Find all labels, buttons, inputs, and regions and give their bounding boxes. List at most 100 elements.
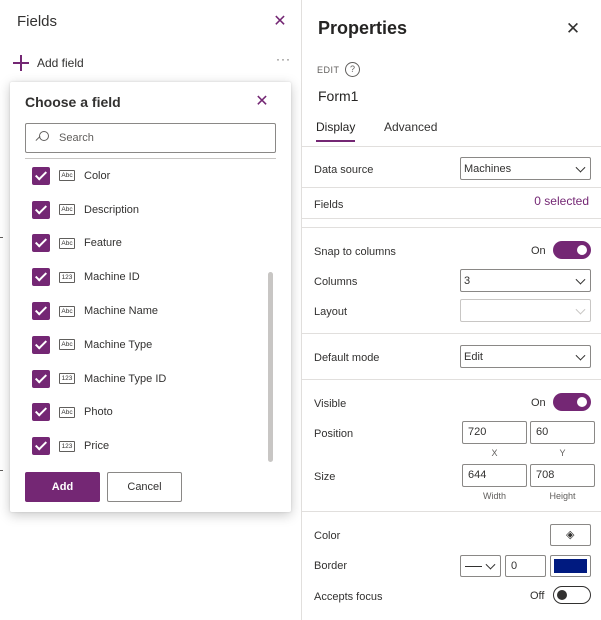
choose-field-dialog: Choose a field ✕ Abc Color Abc Descripti… bbox=[10, 82, 291, 512]
fields-close-icon[interactable]: ✕ bbox=[270, 12, 290, 32]
size-label: Size bbox=[314, 471, 336, 483]
field-label: Price bbox=[84, 440, 110, 453]
add-field-label: Add field bbox=[37, 56, 84, 70]
checkbox-checked[interactable] bbox=[32, 234, 50, 253]
field-list-scrollbar[interactable] bbox=[268, 272, 273, 462]
columns-dropdown[interactable]: 3 bbox=[460, 269, 591, 292]
field-row-machine-type-id[interactable]: 123 Machine Type ID bbox=[25, 362, 265, 396]
field-row-feature[interactable]: Abc Feature bbox=[25, 227, 265, 261]
width-caption: Width bbox=[482, 491, 506, 501]
control-name: Form1 bbox=[318, 88, 359, 104]
field-label: Machine ID bbox=[84, 271, 140, 284]
checkbox-checked[interactable] bbox=[32, 335, 50, 354]
accepts-focus-label: Accepts focus bbox=[314, 591, 383, 603]
layout-dropdown[interactable] bbox=[460, 299, 591, 322]
visible-toggle[interactable] bbox=[553, 393, 591, 411]
data-source-label: Data source bbox=[314, 164, 374, 176]
text-type-icon: Abc bbox=[59, 237, 75, 249]
chevron-down-icon bbox=[575, 162, 586, 173]
fields-label: Fields bbox=[314, 199, 344, 211]
chevron-down-icon bbox=[575, 350, 586, 361]
add-button[interactable]: Add bbox=[25, 472, 100, 502]
field-row-photo[interactable]: Abc Photo bbox=[25, 396, 265, 430]
tab-display[interactable]: Display bbox=[316, 120, 356, 142]
chevron-down-icon bbox=[575, 304, 586, 315]
checkbox-checked[interactable] bbox=[32, 268, 50, 287]
checkbox-checked[interactable] bbox=[32, 437, 50, 456]
size-width-input[interactable]: 644 bbox=[462, 464, 527, 487]
position-x-input[interactable]: 720 bbox=[462, 421, 527, 444]
search-box[interactable] bbox=[25, 123, 276, 153]
text-type-icon: Abc bbox=[59, 406, 75, 418]
chevron-down-icon bbox=[575, 274, 586, 285]
tab-advanced[interactable]: Advanced bbox=[384, 120, 437, 134]
search-icon bbox=[34, 130, 50, 146]
border-style-dropdown[interactable] bbox=[460, 555, 501, 577]
properties-close-icon[interactable]: ✕ bbox=[562, 18, 584, 40]
field-label: Color bbox=[84, 169, 111, 182]
snap-to-columns-toggle[interactable] bbox=[553, 241, 591, 259]
checkbox-checked[interactable] bbox=[32, 369, 50, 388]
field-list: Abc Color Abc Description Abc Feature 12… bbox=[25, 159, 265, 463]
border-width-input[interactable]: 0 bbox=[505, 555, 546, 577]
chevron-down-icon bbox=[485, 559, 496, 570]
border-color-picker[interactable] bbox=[550, 555, 591, 577]
field-row-machine-name[interactable]: Abc Machine Name bbox=[25, 294, 265, 328]
field-row-price[interactable]: 123 Price bbox=[25, 429, 265, 463]
snap-to-columns-label: Snap to columns bbox=[314, 246, 396, 258]
text-type-icon: Abc bbox=[59, 204, 75, 216]
text-type-icon: Abc bbox=[59, 170, 75, 182]
snap-state-label: On bbox=[531, 245, 546, 257]
edit-label: EDIT bbox=[317, 65, 340, 75]
edge-mark bbox=[0, 237, 3, 238]
position-y-input[interactable]: 60 bbox=[530, 421, 595, 444]
help-icon[interactable]: ? bbox=[345, 62, 360, 77]
divider bbox=[302, 333, 601, 334]
fields-selected-link[interactable]: 0 selected bbox=[534, 194, 589, 208]
choose-field-close-icon[interactable]: ✕ bbox=[252, 92, 272, 112]
size-height-input[interactable]: 708 bbox=[530, 464, 595, 487]
field-row-machine-type[interactable]: Abc Machine Type bbox=[25, 328, 265, 362]
paint-bucket-icon: ◈ bbox=[566, 529, 575, 541]
visible-state-label: On bbox=[531, 397, 546, 409]
visible-label: Visible bbox=[314, 398, 347, 410]
number-type-icon: 123 bbox=[59, 271, 75, 283]
border-color-swatch bbox=[554, 559, 587, 573]
add-field-button[interactable]: Add field bbox=[12, 52, 84, 74]
checkbox-checked[interactable] bbox=[32, 302, 50, 321]
color-label: Color bbox=[314, 530, 341, 542]
default-mode-dropdown[interactable]: Edit bbox=[460, 345, 591, 368]
cancel-button[interactable]: Cancel bbox=[107, 472, 182, 502]
position-label: Position bbox=[314, 428, 354, 440]
columns-label: Columns bbox=[314, 276, 358, 288]
border-line-icon bbox=[465, 566, 482, 567]
checkbox-checked[interactable] bbox=[32, 403, 50, 422]
height-caption: Height bbox=[549, 491, 576, 501]
accepts-focus-toggle[interactable] bbox=[553, 586, 591, 604]
layout-label: Layout bbox=[314, 306, 348, 318]
choose-field-title: Choose a field bbox=[25, 94, 121, 110]
text-type-icon: Abc bbox=[59, 339, 75, 351]
checkbox-checked[interactable] bbox=[32, 200, 50, 219]
divider bbox=[302, 227, 601, 228]
divider bbox=[302, 187, 601, 188]
data-source-dropdown[interactable]: Machines bbox=[460, 157, 591, 180]
field-row-machine-id[interactable]: 123 Machine ID bbox=[25, 260, 265, 294]
checkbox-checked[interactable] bbox=[32, 166, 50, 185]
field-label: Feature bbox=[84, 237, 122, 250]
search-input[interactable] bbox=[59, 132, 259, 144]
properties-pane: Properties ✕ EDIT ? Form1 Display Advanc… bbox=[302, 0, 601, 620]
columns-value: 3 bbox=[464, 274, 471, 287]
field-row-color[interactable]: Abc Color bbox=[25, 159, 265, 193]
field-label: Machine Type bbox=[84, 338, 153, 351]
number-type-icon: 123 bbox=[59, 440, 75, 452]
more-options-icon[interactable]: ··· bbox=[276, 52, 291, 66]
field-label: Description bbox=[84, 203, 140, 216]
field-row-description[interactable]: Abc Description bbox=[25, 193, 265, 227]
data-source-value: Machines bbox=[464, 162, 512, 175]
default-mode-value: Edit bbox=[464, 350, 483, 363]
edge-mark bbox=[0, 470, 3, 471]
fill-color-picker[interactable]: ◈ bbox=[550, 524, 591, 546]
y-caption: Y bbox=[559, 448, 566, 458]
divider bbox=[302, 511, 601, 512]
